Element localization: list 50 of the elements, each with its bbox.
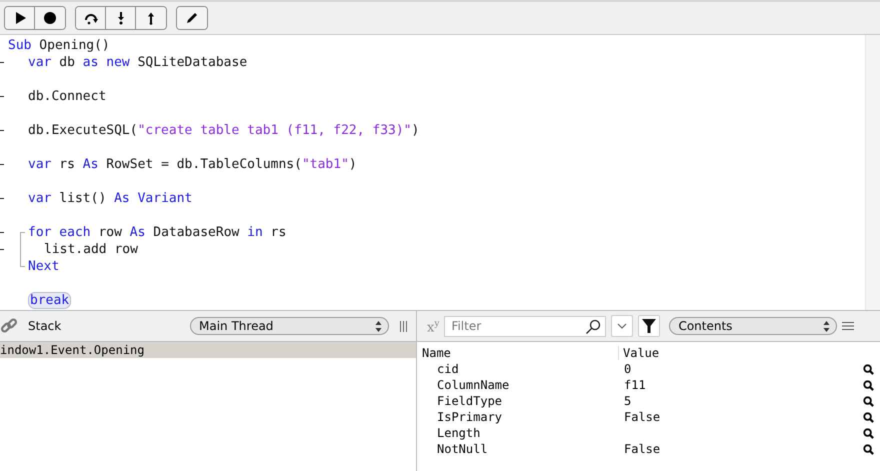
variable-name: Length xyxy=(436,426,482,440)
step-over-button[interactable] xyxy=(76,7,106,29)
code-line: Next xyxy=(28,258,60,275)
variable-name: NotNull xyxy=(436,442,489,456)
column-header[interactable]: Name xyxy=(422,346,619,360)
pencil-icon xyxy=(185,11,199,25)
curved-arrow-icon xyxy=(84,11,98,25)
column-handle-icon[interactable] xyxy=(399,320,408,332)
filter-field[interactable]: Filter xyxy=(444,316,606,336)
chevron-icon xyxy=(617,323,628,329)
code-line: var list() As Variant xyxy=(28,190,192,207)
code-line: var db as new SQLiteDatabase xyxy=(28,54,248,71)
code-line: db.Connect xyxy=(28,88,106,105)
stack-frame[interactable]: indow1.Event.Opening xyxy=(0,342,416,358)
link-icon[interactable] xyxy=(0,317,18,335)
stepper-icon xyxy=(375,320,382,332)
variable-value: False xyxy=(623,410,662,424)
scrollbar-track[interactable] xyxy=(865,35,880,310)
breakpoint-label: break xyxy=(28,292,72,309)
dropdown-button[interactable] xyxy=(611,315,634,337)
play-button[interactable] xyxy=(5,7,35,29)
menu-icon[interactable] xyxy=(842,321,854,331)
panel-title: Stack xyxy=(28,319,62,333)
thread-select[interactable]: Main Thread xyxy=(190,317,389,335)
funnel-icon xyxy=(641,318,658,334)
variable-name: ColumnName xyxy=(436,378,510,392)
variable-name: IsPrimary xyxy=(436,410,504,424)
variable-value: False xyxy=(623,442,662,456)
stepper-icon xyxy=(823,320,830,332)
record-icon xyxy=(43,11,57,25)
magnifier-icon[interactable] xyxy=(863,412,874,422)
variable-name: FieldType xyxy=(436,394,504,408)
code-line: db.ExecuteSQL("create table tab1 (f11, f22, f33)") xyxy=(28,122,420,139)
code-line: var rs As RowSet = db.TableColumns("tab1") xyxy=(28,156,357,173)
magnifier-icon[interactable] xyxy=(863,444,874,454)
filter-button[interactable] xyxy=(638,315,660,337)
variable-value: f11 xyxy=(623,378,647,392)
variable-value: 0 xyxy=(623,362,632,376)
search-icon xyxy=(585,318,602,334)
magnifier-icon[interactable] xyxy=(863,364,874,374)
magnifier-icon[interactable] xyxy=(863,428,874,438)
variable-value: 5 xyxy=(623,394,632,408)
magnifier-icon[interactable] xyxy=(863,396,874,406)
code-line: for each row As DatabaseRow in rs xyxy=(28,224,286,241)
code-line: list.add row xyxy=(44,241,138,258)
view-select[interactable]: Contents xyxy=(669,317,838,335)
magnifier-icon[interactable] xyxy=(863,380,874,390)
code-line: Sub Opening() xyxy=(8,37,110,54)
column-header[interactable]: Value xyxy=(619,346,880,360)
variable-name: cid xyxy=(436,362,460,376)
